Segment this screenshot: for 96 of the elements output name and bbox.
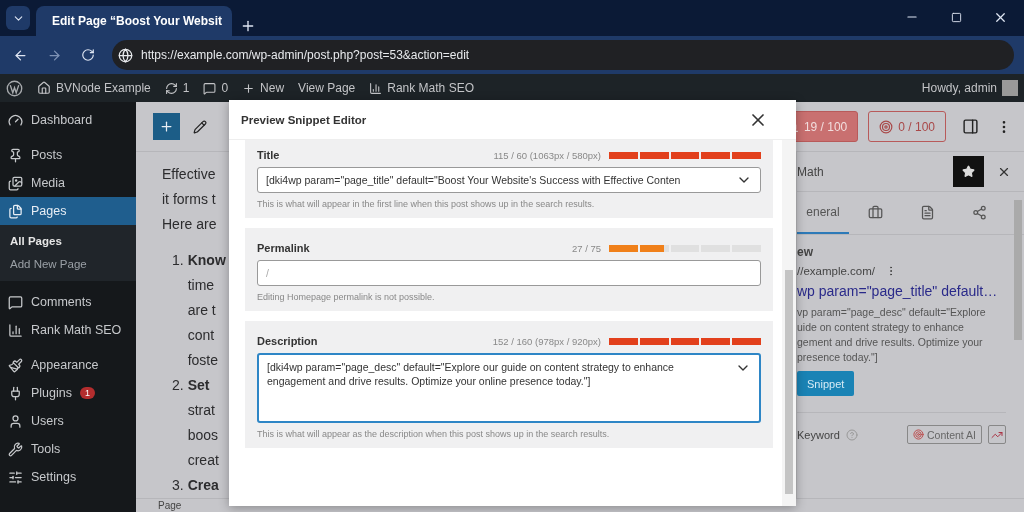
panel-icon bbox=[961, 118, 979, 135]
images-icon bbox=[8, 175, 23, 191]
sidebar-item[interactable]: Tools bbox=[0, 435, 136, 463]
paintbrush-icon bbox=[8, 357, 23, 373]
home-icon bbox=[37, 81, 51, 95]
list-text: strat bbox=[187, 401, 215, 420]
list-heading: Set bbox=[187, 376, 210, 395]
user-icon bbox=[8, 413, 23, 429]
comments-link[interactable]: 0 bbox=[203, 81, 229, 95]
comment-icon bbox=[203, 81, 217, 95]
list-text: foste bbox=[187, 351, 219, 370]
sidebar-item[interactable]: Appearance bbox=[0, 351, 136, 379]
list-text: time bbox=[187, 276, 215, 295]
submenu-item[interactable]: All Pages bbox=[0, 229, 136, 252]
globe-icon bbox=[118, 47, 133, 63]
site-link[interactable]: BVNode Example bbox=[37, 81, 151, 95]
gauge-icon bbox=[8, 112, 23, 128]
address-bar[interactable]: https://example.com/wp-admin/post.php?post=53&action=edit bbox=[112, 40, 1014, 70]
list-number: 3. bbox=[172, 476, 184, 495]
logo-icon[interactable] bbox=[6, 79, 23, 97]
add-block-button[interactable] bbox=[153, 113, 180, 140]
field-label: Permalink bbox=[257, 242, 311, 254]
sidebar-item[interactable]: Comments bbox=[0, 288, 136, 316]
pin-icon bbox=[8, 147, 23, 163]
edit-snippet-button[interactable]: Snippet bbox=[797, 371, 855, 396]
length-counter: 27 / 75 bbox=[571, 242, 601, 254]
sidebar-item[interactable]: Users bbox=[0, 407, 136, 435]
list-text: cont bbox=[187, 326, 215, 345]
bar-chart-icon bbox=[8, 322, 23, 338]
star-icon bbox=[962, 165, 975, 178]
wrench-icon bbox=[8, 441, 23, 457]
list-text: creat bbox=[187, 451, 219, 470]
list-text: boos bbox=[187, 426, 219, 445]
briefcase-icon bbox=[867, 204, 883, 220]
help-text: Editing Homepage permalink is not possible. bbox=[257, 292, 436, 302]
share-icon bbox=[971, 204, 987, 220]
plus-icon bbox=[242, 81, 256, 95]
panel-title: Math bbox=[797, 164, 825, 179]
sidebar-item[interactable]: Media bbox=[0, 169, 136, 197]
content-ai-button[interactable]: Content AI bbox=[906, 425, 982, 444]
sliders-icon bbox=[8, 469, 23, 485]
comment-icon bbox=[8, 294, 23, 310]
list-heading: Crea bbox=[187, 476, 219, 495]
field-label: Description bbox=[257, 335, 319, 347]
scrollbar[interactable] bbox=[782, 140, 796, 506]
input-field[interactable]: [dki4wp param="page_title" default="Boost Your Website's Success with Effective Conten bbox=[257, 167, 761, 193]
list-number: 2. bbox=[172, 376, 184, 395]
plug-icon bbox=[8, 385, 23, 401]
sidebar-item[interactable]: Posts bbox=[0, 141, 136, 169]
reload-icon bbox=[81, 48, 95, 62]
help-text: This is what will appear in the first line when this post shows up in the search results. bbox=[257, 199, 596, 209]
help-text: This is what will appear as the description when this post shows up in the search results. bbox=[257, 429, 611, 439]
sidebar-item[interactable]: Settings bbox=[0, 463, 136, 491]
forward-arrow-icon bbox=[46, 47, 62, 63]
paragraph-text: Effective bbox=[162, 165, 216, 184]
new-link[interactable]: New bbox=[242, 81, 285, 95]
view-page-link[interactable]: View Page bbox=[298, 81, 356, 95]
field-label: Title bbox=[257, 149, 281, 161]
tab-menu-button[interactable] bbox=[6, 6, 30, 30]
snippet-title[interactable]: wp param="page_title" default… bbox=[797, 283, 1006, 299]
paragraph-text: Here are bbox=[162, 215, 217, 234]
list-heading: Know bbox=[187, 251, 226, 270]
scrollbar[interactable] bbox=[1014, 200, 1022, 340]
list-number: 1. bbox=[172, 251, 184, 270]
sidebar-item[interactable]: Dashboard bbox=[0, 106, 136, 134]
sidebar-item[interactable]: Plugins 1 bbox=[0, 379, 136, 407]
snippet-description: vp param="page_desc" default="Explore uide on content strategy to enhance gement and drive results. Optimize your presence today."] bbox=[797, 305, 987, 365]
keyword-label: Keyword bbox=[797, 428, 840, 441]
list-text: are t bbox=[187, 301, 216, 320]
sidebar-item[interactable]: Pages bbox=[0, 197, 136, 225]
section-heading: ew bbox=[797, 245, 814, 259]
length-counter: 115 / 60 (1063px / 580px) bbox=[493, 149, 601, 161]
seo-link[interactable]: Rank Math SEO bbox=[369, 81, 474, 95]
maximize-icon bbox=[950, 11, 962, 23]
bar-chart-icon bbox=[369, 81, 383, 95]
avatar bbox=[1002, 80, 1018, 96]
submenu-item[interactable]: Add New Page bbox=[0, 252, 136, 275]
account-link[interactable]: Howdy, admin bbox=[921, 80, 1018, 96]
browser-tab[interactable]: Edit Page “Boost Your Websit bbox=[36, 6, 232, 36]
refresh-icon bbox=[164, 81, 178, 95]
pencil-icon bbox=[193, 119, 207, 134]
dialog-title: Preview Snippet Editor bbox=[241, 113, 368, 126]
target-icon bbox=[912, 429, 924, 440]
plus-icon bbox=[159, 119, 174, 134]
pages-icon bbox=[8, 203, 23, 219]
plus-icon bbox=[240, 18, 256, 34]
snippet-url: //example.com/ bbox=[797, 265, 875, 277]
paragraph-text: it forms t bbox=[162, 190, 216, 209]
updates-link[interactable]: 1 bbox=[164, 81, 190, 95]
document-icon bbox=[919, 204, 935, 220]
star-button[interactable] bbox=[953, 156, 984, 187]
count-badge: 1 bbox=[80, 387, 95, 399]
sidebar-item[interactable]: Rank Math SEO bbox=[0, 316, 136, 344]
length-counter: 152 / 160 (978px / 920px) bbox=[492, 335, 601, 347]
target-icon bbox=[879, 119, 894, 134]
textarea-field[interactable]: [dki4wp param="page_desc" default="Explore our guide on content strategy to enhance engagement and drive results. Optimize your online presence today."] bbox=[257, 353, 761, 423]
